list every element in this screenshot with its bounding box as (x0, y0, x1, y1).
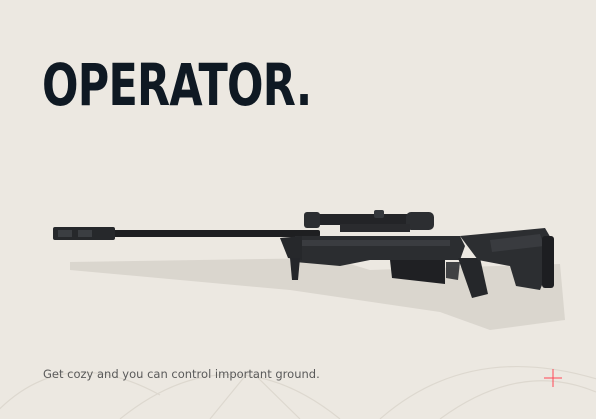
weapon-description: Get cozy and you can control important g… (43, 367, 320, 381)
crosshair-icon (544, 369, 562, 387)
page-title: OPERATOR. (42, 51, 312, 119)
sniper-rifle-image (53, 210, 565, 330)
